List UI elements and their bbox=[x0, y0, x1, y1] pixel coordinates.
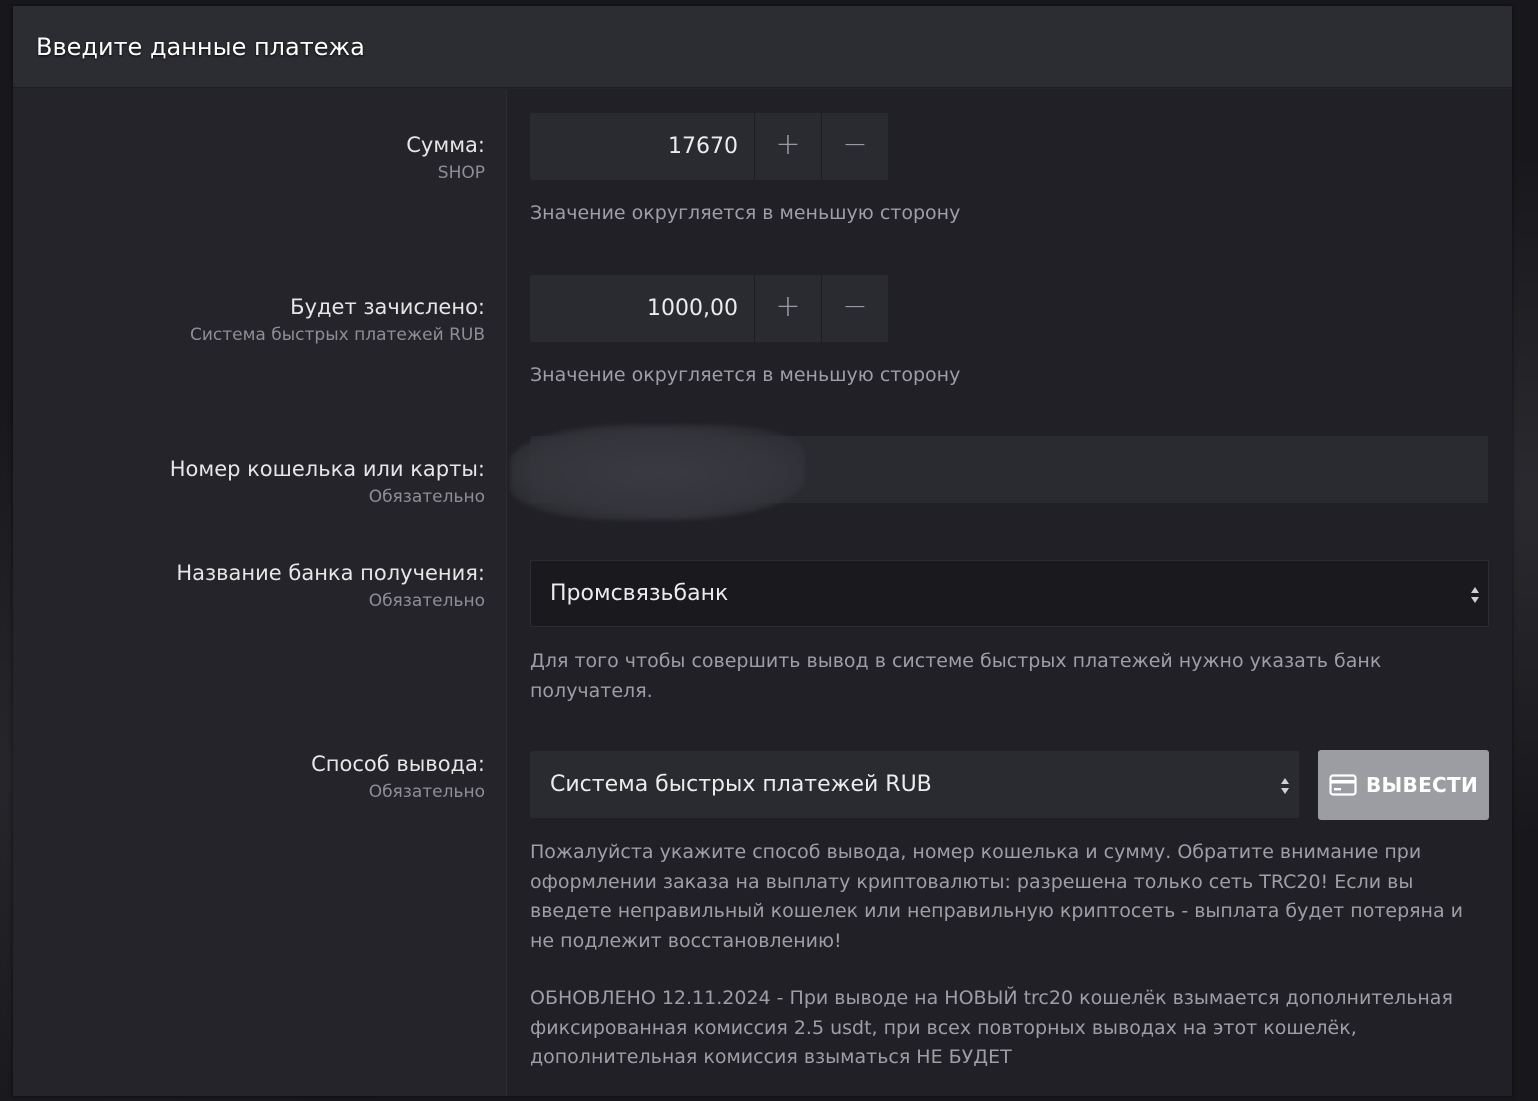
amount-hint: Значение округляется в меньшую сторону bbox=[530, 202, 961, 224]
method-label: Способ вывода: bbox=[311, 752, 485, 776]
wallet-required: Обязательно bbox=[368, 487, 485, 507]
method-notice: Пожалуйста укажите способ вывода, номер … bbox=[530, 838, 1463, 956]
withdraw-button-label: ВЫВЕСТИ bbox=[1365, 773, 1479, 797]
panel-title: Введите данные платежа bbox=[36, 32, 365, 61]
bank-label-group: Название банка получения: Обязательно bbox=[25, 559, 485, 613]
update-notice: ОБНОВЛЕНО 12.11.2024 - При выводе на НОВ… bbox=[530, 984, 1453, 1073]
credited-stepper: 1000,00 + − bbox=[530, 275, 889, 342]
credited-label-group: Будет зачислено: Система быстрых платеже… bbox=[25, 293, 485, 347]
credited-minus-button[interactable]: − bbox=[821, 275, 888, 342]
credited-plus-button[interactable]: + bbox=[754, 275, 821, 342]
update-line: дополнительная комиссия взыматься НЕ БУД… bbox=[530, 1046, 1012, 1068]
bank-hint-line: получателя. bbox=[530, 679, 653, 702]
notice-line: не подлежит восстановлению! bbox=[530, 929, 842, 952]
method-selected-value: Система быстрых платежей RUB bbox=[550, 772, 932, 797]
update-line: фиксированная комиссия 2.5 usdt, при все… bbox=[530, 1016, 1357, 1039]
bank-selected-value: Промсвязьбанк bbox=[550, 581, 729, 606]
credit-card-icon bbox=[1329, 774, 1357, 796]
select-arrows-icon bbox=[1281, 778, 1289, 794]
select-arrows-icon bbox=[1471, 587, 1479, 603]
method-required: Обязательно bbox=[368, 782, 485, 802]
credited-hint: Значение округляется в меньшую сторону bbox=[530, 364, 961, 386]
wallet-label: Номер кошелька или карты: bbox=[169, 457, 485, 481]
credited-method: Система быстрых платежей RUB bbox=[189, 325, 485, 345]
amount-input[interactable]: 17670 bbox=[530, 113, 754, 180]
notice-line: Пожалуйста укажите способ вывода, номер … bbox=[530, 841, 1422, 863]
method-select[interactable]: Система быстрых платежей RUB bbox=[530, 751, 1299, 818]
notice-line: введете неправильный кошелек или неправи… bbox=[530, 900, 1464, 922]
amount-currency: SHOP bbox=[437, 163, 485, 183]
wallet-label-group: Номер кошелька или карты: Обязательно bbox=[25, 455, 485, 509]
amount-stepper: 17670 + − bbox=[530, 113, 889, 180]
amount-label: Сумма: bbox=[406, 133, 485, 157]
notice-line: оформлении заказа на выплату криптовалют… bbox=[530, 870, 1414, 893]
method-label-group: Способ вывода: Обязательно bbox=[25, 750, 485, 804]
bank-required: Обязательно bbox=[368, 591, 485, 611]
amount-plus-button[interactable]: + bbox=[754, 113, 821, 180]
redacted-wallet-patch bbox=[510, 425, 805, 520]
bank-select[interactable]: Промсвязьбанк bbox=[530, 560, 1489, 627]
bank-hint-line: Для того чтобы совершить вывод в системе… bbox=[530, 650, 1382, 672]
amount-label-group: Сумма: SHOP bbox=[25, 131, 485, 185]
amount-minus-button[interactable]: − bbox=[821, 113, 888, 180]
credited-input[interactable]: 1000,00 bbox=[530, 275, 754, 342]
credited-label: Будет зачислено: bbox=[290, 295, 485, 319]
panel-header: Введите данные платежа bbox=[13, 6, 1512, 88]
bank-hint: Для того чтобы совершить вывод в системе… bbox=[530, 647, 1381, 706]
withdraw-button[interactable]: ВЫВЕСТИ bbox=[1318, 750, 1489, 820]
update-line: ОБНОВЛЕНО 12.11.2024 - При выводе на НОВ… bbox=[530, 987, 1453, 1009]
bank-label: Название банка получения: bbox=[176, 561, 485, 585]
